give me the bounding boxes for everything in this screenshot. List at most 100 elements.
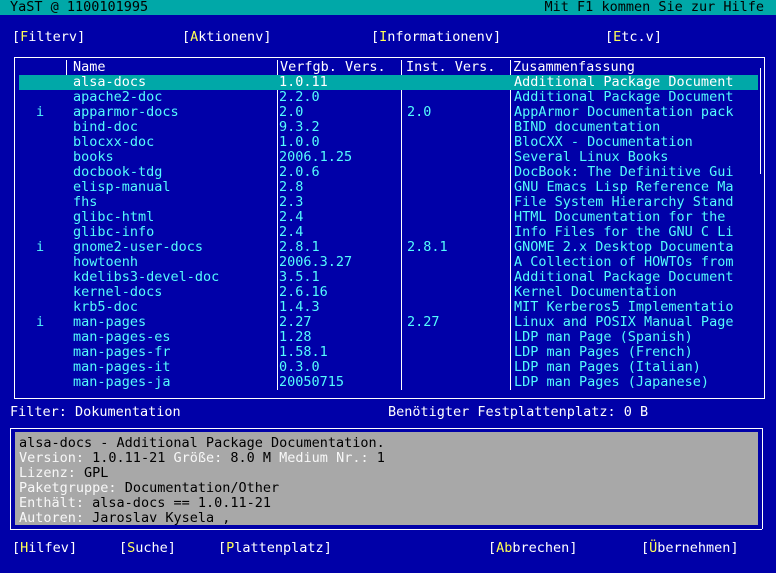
- table-row[interactable]: man-pages-es 1.28 LDP man Page (Spanish): [19, 330, 758, 345]
- row-summary: DocBook: The Definitive Gui: [514, 165, 734, 180]
- row-available-version: 2.0.6: [279, 165, 320, 180]
- vertical-scrollbar[interactable]: [760, 68, 761, 174]
- row-available-version: 2.4: [279, 210, 304, 225]
- table-row[interactable]: glibc-info 2.4 Info Files for the GNU C Li: [19, 225, 758, 240]
- table-row[interactable]: blocxx-doc 1.0.0 BloCXX - Documentation: [19, 135, 758, 150]
- row-name: man-pages: [73, 315, 147, 330]
- table-row[interactable]: man-pages-fr 1.58.1 LDP man Pages (French): [19, 345, 758, 360]
- header-avail-version[interactable]: Verfgb. Vers.: [280, 60, 386, 75]
- row-available-version: 2.6.16: [279, 285, 328, 300]
- row-available-version: 2.3: [279, 195, 304, 210]
- row-name: howtoenh: [73, 255, 139, 270]
- row-name: apache2-doc: [73, 90, 163, 105]
- row-available-version: 3.5.1: [279, 270, 320, 285]
- row-installed-version: 2.8.1: [407, 240, 448, 255]
- row-summary: Additional Package Document: [514, 90, 734, 105]
- table-row[interactable]: howtoenh 2006.3.27 A Collection of HOWTOs …: [19, 255, 758, 270]
- menu-aktionen[interactable]: [Aktionenv]: [182, 30, 271, 45]
- row-available-version: 1.4.3: [279, 300, 320, 315]
- row-available-version: 2.0: [279, 105, 304, 120]
- table-row[interactable]: bind-doc 9.3.2 BIND documentation: [19, 120, 758, 135]
- row-summary: Several Linux Books: [514, 150, 669, 165]
- detail-version-line: Version: 1.0.11-21 Größe: 8.0 M Medium N…: [19, 450, 385, 466]
- row-summary: LDP man Pages (Japanese): [514, 375, 710, 390]
- row-summary: HTML Documentation for the: [514, 210, 726, 225]
- table-row[interactable]: fhs 2.3 File System Hierarchy Stand: [19, 195, 758, 210]
- row-name: man-pages-ja: [73, 375, 171, 390]
- row-name: man-pages-es: [73, 330, 171, 345]
- row-name: gnome2-user-docs: [73, 240, 204, 255]
- table-row[interactable]: man-pages-ja 20050715 LDP man Pages (Japan…: [19, 375, 758, 390]
- row-name: krb5-doc: [73, 300, 139, 315]
- row-summary: MIT Kerberos5 Implementatio: [514, 300, 734, 315]
- table-row[interactable]: alsa-docs 1.0.11 Additional Package Docume…: [19, 75, 758, 90]
- table-row[interactable]: man-pages-it 0.3.0 LDP man Pages (Italian): [19, 360, 758, 375]
- list-right-border: [764, 57, 765, 399]
- table-row[interactable]: docbook-tdg 2.0.6 DocBook: The Definitive …: [19, 165, 758, 180]
- row-status: i: [36, 105, 45, 120]
- table-row[interactable]: i apparmor-docs 2.0 2.0 AppArmor Documentati…: [19, 105, 758, 120]
- row-summary: LDP man Pages (Italian): [514, 360, 701, 375]
- table-row[interactable]: kdelibs3-devel-doc 3.5.1 Additional Packag…: [19, 270, 758, 285]
- menu-etc[interactable]: [Etc.v]: [605, 30, 662, 45]
- detail-top-border: [10, 428, 762, 429]
- row-available-version: 1.0.0: [279, 135, 320, 150]
- row-available-version: 9.3.2: [279, 120, 320, 135]
- table-row[interactable]: apache2-doc 2.2.0 Additional Package Docum…: [19, 90, 758, 105]
- list-top-border: [14, 57, 764, 58]
- list-left-border: [14, 57, 15, 399]
- row-name: apparmor-docs: [73, 105, 179, 120]
- row-available-version: 2.2.0: [279, 90, 320, 105]
- title-bar: YaST @ 1100101995 Mit F1 kommen Sie zur …: [0, 0, 776, 15]
- row-installed-version: 2.27: [407, 315, 440, 330]
- row-status: i: [36, 315, 45, 330]
- row-summary: A Collection of HOWTOs from: [514, 255, 734, 270]
- cancel-button[interactable]: [Abbrechen]: [488, 541, 577, 556]
- host-title: YaST @ 1100101995: [10, 0, 149, 15]
- disk-usage-button[interactable]: [Plattenplatz]: [218, 541, 332, 556]
- row-name: kdelibs3-devel-doc: [73, 270, 220, 285]
- table-row[interactable]: i man-pages 2.27 2.27 Linux and POSIX Manual…: [19, 315, 758, 330]
- row-summary: LDP man Pages (French): [514, 345, 693, 360]
- row-name: books: [73, 150, 114, 165]
- detail-group-line: Paketgruppe: Documentation/Other: [19, 480, 280, 496]
- header-summary[interactable]: Zusammenfassung: [513, 60, 635, 75]
- table-row[interactable]: books 2006.1.25 Several Linux Books: [19, 150, 758, 165]
- table-row[interactable]: elisp-manual 2.8 GNU Emacs Lisp Reference …: [19, 180, 758, 195]
- row-summary: Info Files for the GNU C Li: [514, 225, 734, 240]
- row-summary: Additional Package Document: [514, 270, 734, 285]
- menu-informationen[interactable]: [Informationenv]: [371, 30, 501, 45]
- row-name: bind-doc: [73, 120, 139, 135]
- search-button[interactable]: [Suche]: [119, 541, 176, 556]
- row-available-version: 2006.1.25: [279, 150, 353, 165]
- row-name: kernel-docs: [73, 285, 163, 300]
- header-name[interactable]: Name: [73, 60, 106, 75]
- help-hint: Mit F1 kommen Sie zur Hilfe: [544, 0, 764, 15]
- row-available-version: 1.28: [279, 330, 312, 345]
- filter-label: Filter: Dokumentation: [10, 404, 181, 420]
- accept-button[interactable]: [Übernehmen]: [641, 541, 739, 556]
- row-name: docbook-tdg: [73, 165, 163, 180]
- table-row[interactable]: krb5-doc 1.4.3 MIT Kerberos5 Implementatio: [19, 300, 758, 315]
- row-summary: BloCXX - Documentation: [514, 135, 693, 150]
- package-details[interactable]: alsa-docs - Additional Package Documenta…: [15, 432, 758, 526]
- menu-filter[interactable]: [Filterv]: [12, 30, 85, 45]
- table-row[interactable]: kernel-docs 2.6.16 Kernel Documentation: [19, 285, 758, 300]
- row-available-version: 2006.3.27: [279, 255, 353, 270]
- help-button[interactable]: [Hilfev]: [12, 541, 77, 556]
- row-available-version: 2.8.1: [279, 240, 320, 255]
- row-summary: GNOME 2.x Desktop Documenta: [514, 240, 734, 255]
- row-available-version: 0.3.0: [279, 360, 320, 375]
- table-row[interactable]: i gnome2-user-docs 2.8.1 2.8.1 GNOME 2.x Des…: [19, 240, 758, 255]
- row-available-version: 20050715: [279, 375, 345, 390]
- row-installed-version: 2.0: [407, 105, 432, 120]
- row-name: fhs: [73, 195, 98, 210]
- table-row[interactable]: glibc-html 2.4 HTML Documentation for the: [19, 210, 758, 225]
- row-summary: File System Hierarchy Stand: [514, 195, 734, 210]
- row-status: i: [36, 240, 45, 255]
- row-name: man-pages-it: [73, 360, 171, 375]
- detail-license-line: Lizenz: GPL: [19, 465, 109, 481]
- header-installed-version[interactable]: Inst. Vers.: [406, 60, 495, 75]
- row-name: elisp-manual: [73, 180, 171, 195]
- detail-right-border: [762, 428, 763, 529]
